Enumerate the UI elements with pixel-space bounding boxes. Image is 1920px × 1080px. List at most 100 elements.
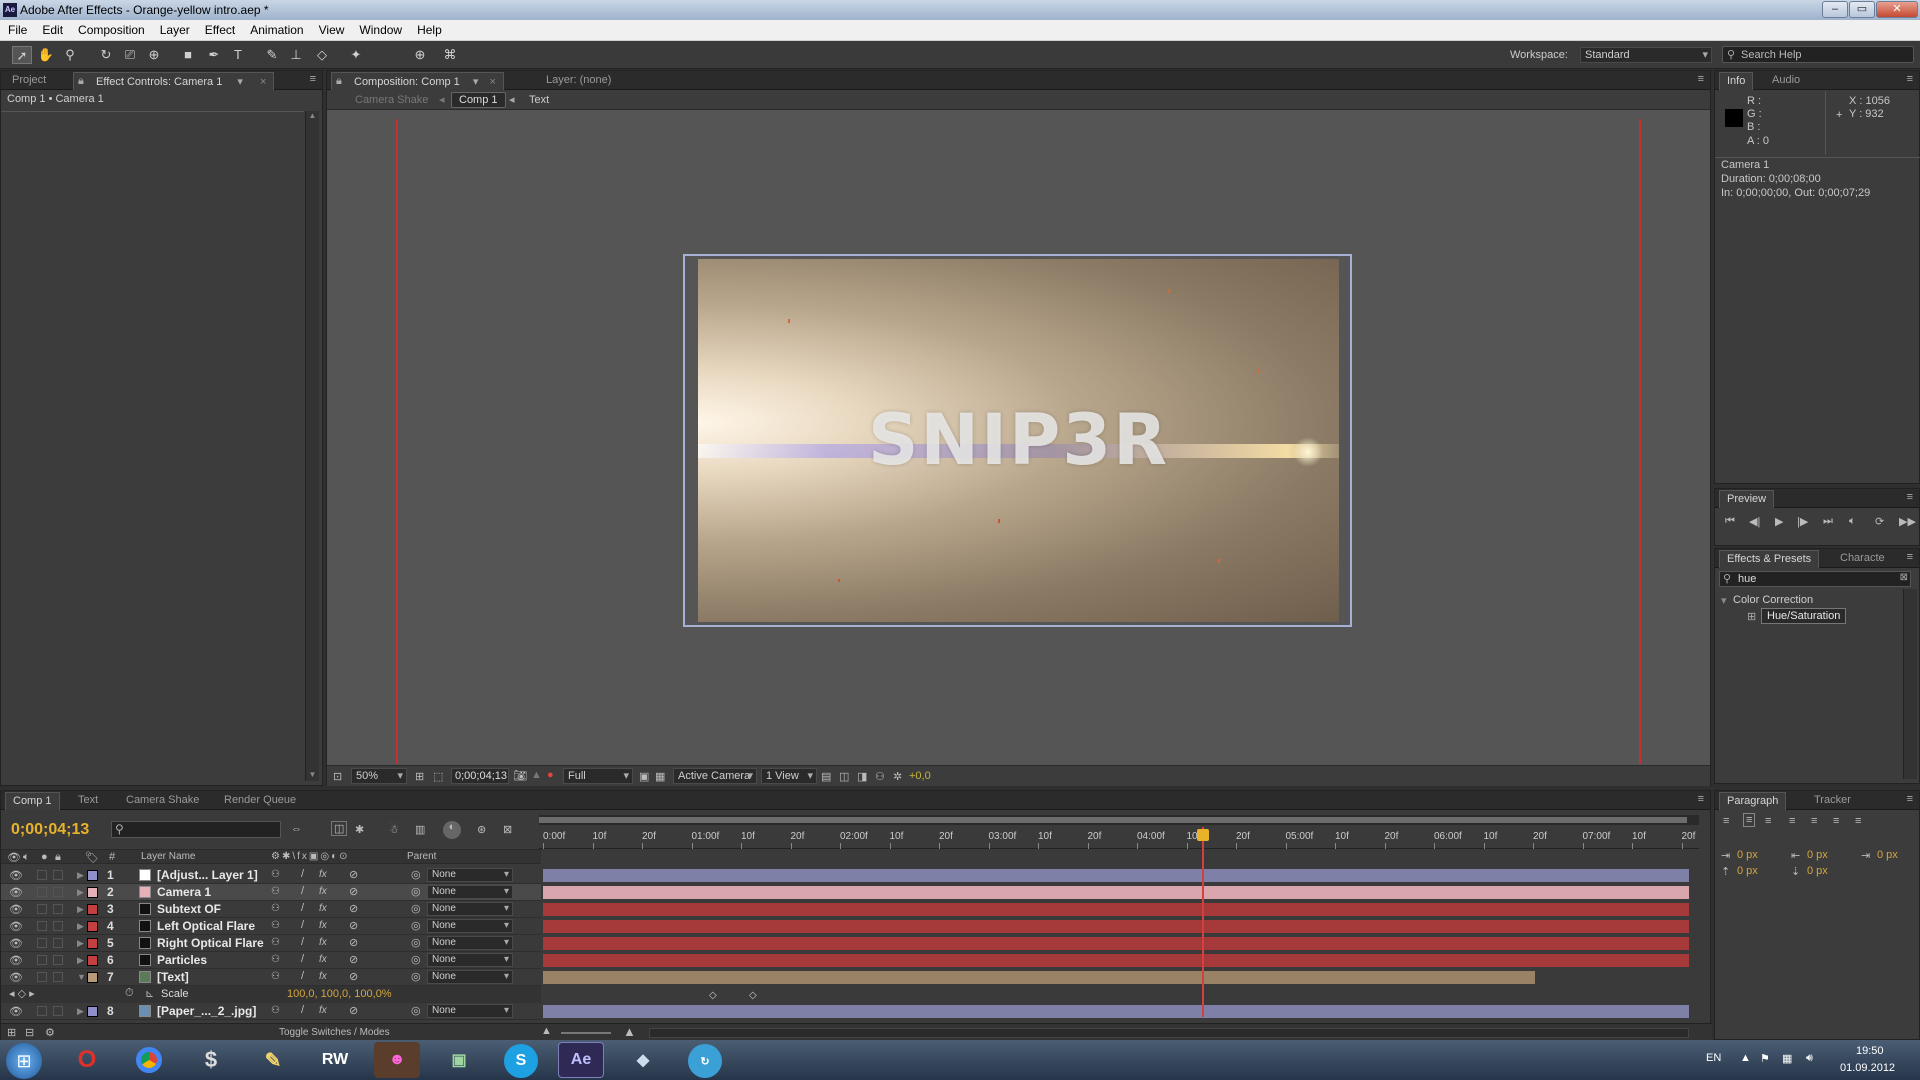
layer-duration-bar[interactable] [543,903,1689,916]
pick-whip-icon[interactable]: ◎ [411,936,421,949]
3d-layer-switch-icon[interactable]: ⊘ [349,885,358,898]
layer-name[interactable]: [Adjust... Layer 1] [157,868,258,882]
network-icon[interactable]: ▦ [1782,1052,1792,1065]
clock-date[interactable]: 01.09.2012 [1840,1062,1895,1074]
rectangle-tool-icon[interactable]: ■ [178,46,198,64]
quality-switch-icon[interactable]: / [301,885,304,897]
hand-tool-icon[interactable]: ✋ [36,46,56,64]
tab-comp1[interactable]: Comp 1 [5,792,60,810]
skype-icon[interactable]: S [504,1044,538,1078]
modes-icon[interactable]: ⊟ [25,1026,34,1039]
clone-stamp-tool-icon[interactable]: ⊥ [286,46,306,64]
label-color-swatch[interactable] [87,972,98,983]
layer-switches-icon[interactable]: ⊞ [7,1026,16,1039]
3d-layer-switch-icon[interactable]: ⊘ [349,936,358,949]
current-timecode[interactable]: 0;00;04;13 [11,821,89,839]
expand-triangle-icon[interactable]: ▾ [1721,594,1727,607]
selection-tool-icon[interactable]: ➚ [12,46,32,64]
space-after-value[interactable]: 0 px [1807,865,1828,877]
3d-layer-switch-icon[interactable]: ⊘ [349,953,358,966]
eye-icon[interactable]: 👁︎ [9,954,23,967]
world-axis-mode-icon[interactable]: ⌘ [440,46,460,64]
parent-select[interactable]: None [427,953,513,967]
lock-box[interactable] [53,904,63,914]
parent-select[interactable]: None [427,936,513,950]
work-area-bar[interactable] [539,815,1699,825]
mute-audio-icon[interactable]: 🔈︎ [1849,515,1856,528]
menu-layer[interactable]: Layer [152,20,197,37]
keyframe-nav-icon[interactable]: ◂ ◇ ▸ [9,987,35,1000]
fx-switch-icon[interactable]: fx [319,971,327,982]
solo-box[interactable] [37,887,47,897]
column-layer-name[interactable]: Layer Name [141,851,195,862]
3d-layer-switch-icon[interactable]: ⊘ [349,919,358,932]
after-effects-icon[interactable]: Ae [558,1042,604,1078]
layer-row[interactable]: 👁︎ ▶ 5 Right Optical Flare ⚇ / fx ⊘ ◎ None [1,935,541,952]
3d-layer-switch-icon[interactable]: ⊘ [349,902,358,915]
layer-name[interactable]: Right Optical Flare [157,936,264,950]
menu-composition[interactable]: Composition [70,20,152,37]
lock-box[interactable] [53,955,63,965]
exposure-value[interactable]: +0,0 [909,770,931,782]
indent-right-value[interactable]: 0 px [1807,849,1828,861]
tab-close-icon[interactable]: × [489,76,495,88]
layer-row[interactable]: 👁︎ ▶ 6 Particles ⚇ / fx ⊘ ◎ None [1,952,541,969]
justify-all-icon[interactable]: ≡ [1855,815,1861,827]
snapshot-icon[interactable]: 📷︎ [513,769,527,782]
expand-triangle-icon[interactable]: ▶ [77,955,84,966]
layer-name[interactable]: [Paper_..._2_.jpg] [157,1004,256,1018]
frame-blending-icon[interactable]: ▥ [415,823,425,836]
opera-icon[interactable]: O [64,1042,110,1078]
always-preview-icon[interactable]: ⊡ [333,770,342,783]
clear-search-icon[interactable]: ⊠ [1900,572,1908,583]
tab-effect-controls[interactable]: 🔒︎ Effect Controls: Camera 1 ▾ × [73,72,275,90]
puppet-pin-tool-icon[interactable]: ✦ [346,46,366,64]
tab-close-icon[interactable]: × [260,76,266,88]
parent-select[interactable]: None [427,919,513,933]
parent-select[interactable]: None [427,1004,513,1018]
expand-triangle-icon[interactable]: ▶ [77,921,84,932]
menu-effect[interactable]: Effect [197,20,242,37]
tab-audio[interactable]: Audio [1765,72,1807,90]
pick-whip-icon[interactable]: ◎ [411,868,421,881]
eye-icon[interactable]: 👁︎ [9,971,23,984]
loop-icon[interactable]: ⟳ [1875,515,1884,528]
brush-tool-icon[interactable]: ✎ [262,46,282,64]
panel-menu-icon[interactable]: ≡ [1698,793,1704,805]
shy-switch-icon[interactable]: ⚇ [271,886,280,897]
layer-row[interactable]: 👁︎ ▶ 1 [Adjust... Layer 1] ⚇ / fx ⊘ ◎ None [1,867,541,884]
brainstorm-icon[interactable]: ⊛ [477,823,486,836]
expand-triangle-icon[interactable]: ▶ [77,904,84,915]
paint-icon[interactable]: ✎ [250,1042,296,1078]
solo-box[interactable] [37,1006,47,1016]
exposure-reset-icon[interactable]: ✲ [893,770,902,783]
menu-view[interactable]: View [311,20,352,37]
tab-preview[interactable]: Preview [1719,490,1775,508]
effects-search-input[interactable]: ⚲ hue ⊠ [1719,571,1911,587]
hide-shy-layers-icon[interactable]: ☃ [389,823,399,836]
quality-switch-icon[interactable]: / [301,868,304,880]
toggle-switches-modes[interactable]: Toggle Switches / Modes [279,1027,390,1038]
fx-switch-icon[interactable]: fx [319,886,327,897]
effects-category[interactable]: Color Correction [1733,594,1813,606]
in-out-icon[interactable]: ⚙ [45,1026,55,1039]
tab-paragraph[interactable]: Paragraph [1719,792,1787,810]
maximize-button[interactable]: ▭ [1849,1,1875,18]
quality-switch-icon[interactable]: / [301,970,304,982]
layer-row[interactable]: 👁︎ ▶ 4 Left Optical Flare ⚇ / fx ⊘ ◎ None [1,918,541,935]
pick-whip-icon[interactable]: ◎ [411,919,421,932]
guide-line-right[interactable] [1639,119,1641,764]
expand-triangle-icon[interactable]: ▶ [77,870,84,881]
tab-effects-presets[interactable]: Effects & Presets [1719,550,1820,568]
tab-project[interactable]: Project [5,72,53,90]
layer-row[interactable]: 👁︎ ▶ 3 Subtext OF ⚇ / fx ⊘ ◎ None [1,901,541,918]
region-of-interest-icon[interactable]: ▣ [639,770,649,783]
layer-row[interactable]: 👁︎ ▼ 7 [Text] ⚇ / fx ⊘ ◎ None [1,969,541,986]
lock-box[interactable] [53,870,63,880]
solo-box[interactable] [37,972,47,982]
justify-right-icon[interactable]: ≡ [1833,815,1839,827]
updater-icon[interactable]: ↻ [688,1044,722,1078]
3d-layer-switch-icon[interactable]: ⊘ [349,970,358,983]
fx-switch-icon[interactable]: fx [319,869,327,880]
pick-whip-icon[interactable]: ◎ [411,953,421,966]
